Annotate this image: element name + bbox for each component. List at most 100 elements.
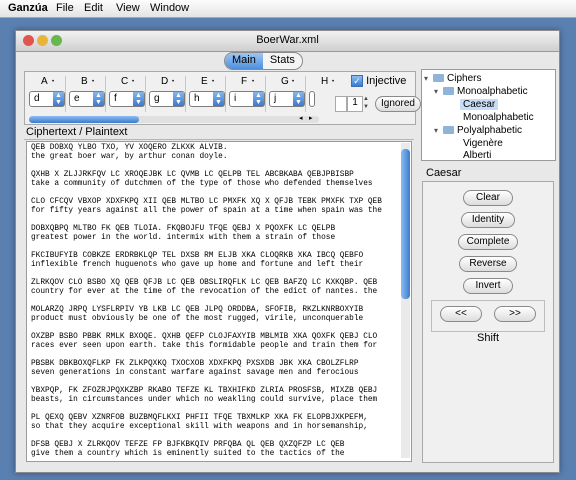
tree-vigenere-label: Vigenère [463,138,503,149]
column-separator [105,76,106,112]
column-letter-f: F [241,76,248,87]
column-letter-g: G [281,76,289,87]
injective-checkbox[interactable]: ✓ Injective [351,75,406,88]
text-line: give them a country which is eminently s… [31,450,345,458]
clear-button[interactable]: Clear [463,190,513,206]
column-select-value: h [194,93,200,104]
tree-poly[interactable]: ▾ Polyalphabetic [434,125,522,136]
cipher-text[interactable]: QEB DOBXQ YLBO TXO, YV XOQERO ZLKXK ALVI… [31,144,399,459]
column-select-c[interactable]: f ▲ ▼ [109,91,145,107]
text-line [31,162,399,171]
column-select-value: e [74,93,80,104]
tree-mono[interactable]: ▾ Monoalphabetic [434,86,528,97]
text-line: QXHB X ZLJJRKFQV LC XROQEJBK LC QVMB LC … [31,171,354,179]
text-line: inflexible french huguenots who gave up … [31,261,364,269]
column-select-g[interactable]: j ▲ ▼ [269,91,305,107]
disclosure-icon[interactable]: ▾ [434,87,443,96]
text-line [31,405,399,414]
identity-button[interactable]: Identity [461,212,515,228]
text-line: product must obviously be one of the mos… [31,315,364,323]
column-letter-c: C [121,76,129,87]
reverse-button[interactable]: Reverse [459,256,517,272]
text-line [31,351,399,360]
column-select-value: j [274,93,277,104]
column-select-a[interactable]: d ▲ ▼ [29,91,65,107]
shift-left-button[interactable]: << [440,306,482,322]
disclosure-icon[interactable]: ▾ [424,74,433,83]
text-line: QEB DOBXQ YLBO TXO, YV XOQERO ZLKXK ALVI… [31,144,228,152]
tree-caesar[interactable]: Caesar [460,99,499,110]
column-select-value: d [34,93,40,104]
column-separator [65,76,66,112]
text-line [31,432,399,441]
ciphertext-area[interactable]: QEB DOBXQ YLBO TXO, YV XOQERO ZLKXK ALVI… [26,141,412,462]
tree-vigenere[interactable]: Vigenère [463,138,503,149]
text-section-title: Ciphertext / Plaintext [26,126,128,138]
column-dot-icon: • [292,79,295,85]
select-arrows-icon: ▲ ▼ [173,92,184,106]
text-line: so that they acquire exceptional skill w… [31,423,368,431]
tree-monoalphabetic-leaf[interactable]: Monoalphabetic [463,112,534,123]
column-dot-icon: • [172,79,175,85]
select-arrows-icon: ▲ ▼ [133,92,144,106]
stepper-value[interactable]: 1 [347,96,363,112]
text-line [31,189,399,198]
text-line: FKCIBUFYIB COBKZE ERDRBKLQP TEL DXSB RM … [31,252,364,260]
column-select-value: f [114,93,117,104]
scroll-right-icon[interactable]: ▸ [309,114,313,122]
tab-main[interactable]: Main [225,53,263,69]
tree-alberti[interactable]: Alberti [463,150,491,161]
complete-button[interactable]: Complete [458,234,518,250]
text-line: OXZBP BSBO PBBK RMLK BXOQE. QXHB QEFP CL… [31,333,378,341]
folder-icon [433,74,444,83]
columns-scrollbar[interactable]: ◂ ▸ [29,114,319,123]
tree-root-label: Ciphers [447,73,482,84]
column-select-f[interactable]: i ▲ ▼ [229,91,265,107]
text-scrollbar-thumb[interactable] [401,149,410,299]
menu-edit[interactable]: Edit [84,2,103,14]
text-line: take a community of dutchmen of the type… [31,180,373,188]
column-select-h[interactable] [309,91,315,107]
text-line: PL QEXQ QEBV XZNRFOB BUZBMQFLKXI PHFII T… [31,414,368,422]
divider [24,139,414,140]
invert-button[interactable]: Invert [463,278,513,294]
tree-root[interactable]: ▾ Ciphers [424,73,481,84]
menu-file[interactable]: File [56,2,74,14]
stepper-left-field[interactable] [335,96,347,112]
column-select-d[interactable]: g ▲ ▼ [149,91,185,107]
text-line [31,378,399,387]
tab-stats[interactable]: Stats [263,53,302,69]
column-select-e[interactable]: h ▲ ▼ [189,91,225,107]
shift-right-button[interactable]: >> [494,306,536,322]
text-line: ZLRKQOV CLO BSBO XQ QEB QFJB LC QEB OBSL… [31,279,378,287]
disclosure-icon[interactable]: ▾ [434,126,443,135]
text-line: greatest power in the world. intermix wi… [31,234,336,242]
select-arrows-icon: ▲ ▼ [293,92,304,106]
text-line [31,270,399,279]
text-scrollbar[interactable] [401,143,410,458]
menu-view[interactable]: View [116,2,140,14]
column-separator [225,76,226,112]
cipher-tree: ▾ Ciphers ▾ Monoalphabetic Caesar Monoalph… [421,69,556,161]
column-separator [265,76,266,112]
text-line [31,324,399,333]
caesar-panel: Clear Identity Complete Reverse Invert <… [422,181,554,463]
tree-mono-leaf-label: Monoalphabetic [463,112,534,123]
shift-box: << >> [431,300,545,332]
column-separator [305,76,306,112]
menu-window[interactable]: Window [150,2,189,14]
column-select-b[interactable]: e ▲ ▼ [69,91,105,107]
select-arrows-icon: ▲ ▼ [253,92,264,106]
check-icon: ✓ [351,75,363,88]
column-letter-d: D [161,76,169,87]
tab-bar: Main Stats [224,52,303,70]
text-line: races ever seen upon earth. take this fo… [31,342,378,350]
scrollbar-thumb[interactable] [29,116,139,123]
ignored-button[interactable]: Ignored [375,96,421,112]
stepper-arrows-icon[interactable]: ▲ ▼ [363,95,371,111]
text-line: YBXPQP, FK ZFOZRJPQXKZBP RKABO TEFZE KL … [31,387,378,395]
select-arrows-icon: ▲ ▼ [53,92,64,106]
menu-app[interactable]: Ganzúa [8,2,48,14]
title-bar: BoerWar.xml [16,31,559,52]
scroll-left-icon[interactable]: ◂ [299,114,303,122]
